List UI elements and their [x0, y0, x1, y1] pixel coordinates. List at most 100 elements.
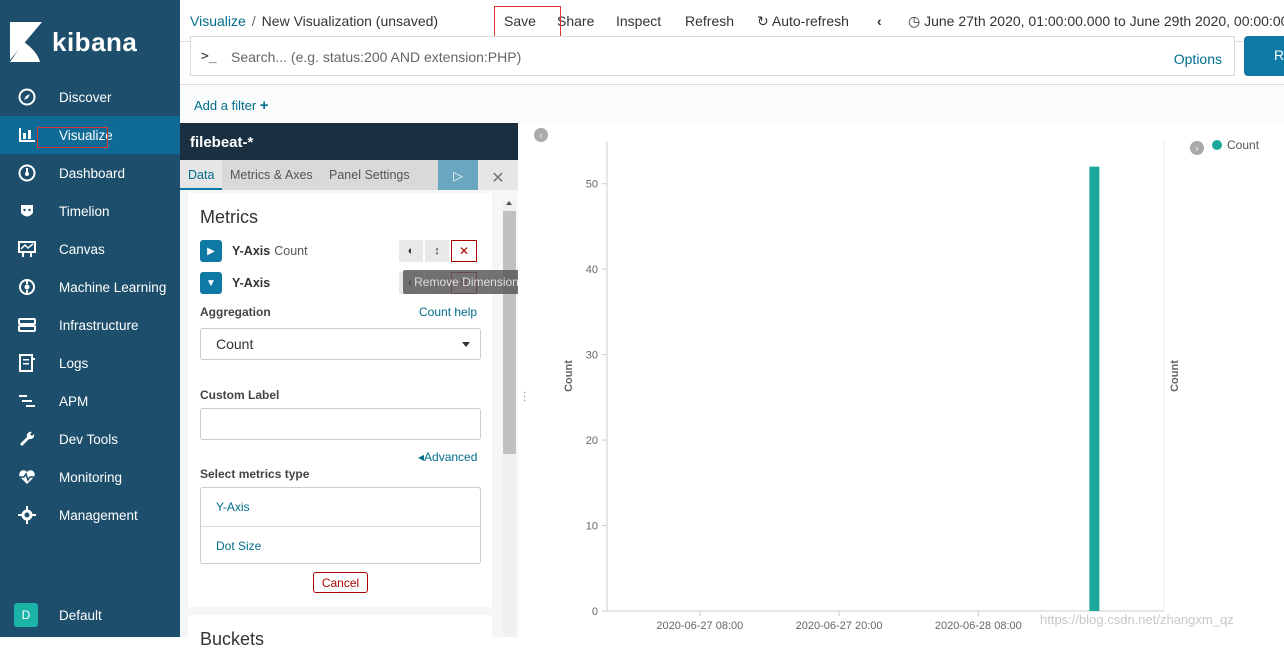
- add-filter-button[interactable]: Add a filter +: [194, 97, 269, 114]
- logs-icon: [17, 353, 37, 373]
- agg-sub: Count: [274, 244, 308, 258]
- editor-panel: filebeat-* Data Metrics & Axes Panel Set…: [180, 123, 518, 655]
- share-button[interactable]: Share: [557, 13, 594, 29]
- sidebar-item-dev-tools[interactable]: Dev Tools: [0, 420, 180, 458]
- metrics-panel: Metrics ▶ Y-Axis Count ◐ ↕ ✕ ▼ Y-Axis ◐ …: [188, 193, 492, 607]
- search-input[interactable]: Search... (e.g. status:200 AND extension…: [231, 49, 521, 65]
- tooltip: Remove Dimension: [403, 270, 530, 294]
- sidebar-item-label: Canvas: [59, 241, 105, 257]
- sidebar-item-management[interactable]: Management: [0, 496, 180, 534]
- sidebar-item-canvas[interactable]: Canvas: [0, 230, 180, 268]
- apm-icon: [17, 391, 37, 411]
- resize-handle-icon: · · ·: [523, 387, 527, 406]
- kibana-logo[interactable]: kibana: [10, 22, 137, 62]
- play-icon: ▷: [453, 169, 463, 183]
- sidebar: kibana Discover Visualize Dashboard Timelio…: [0, 0, 180, 637]
- refresh-icon: ↻: [757, 13, 769, 29]
- sidebar-item-machine-learning[interactable]: Machine Learning: [0, 268, 180, 306]
- caret-down-icon[interactable]: ▼: [200, 272, 222, 294]
- legend-color-dot: [1212, 140, 1222, 150]
- agg-controls-1: ◐ ↕ ✕: [399, 240, 477, 262]
- sidebar-item-label: Infrastructure: [59, 317, 139, 333]
- index-pattern-title: filebeat-*: [180, 123, 518, 160]
- space-label: Default: [59, 607, 102, 623]
- toggle-legend-icon[interactable]: ›: [1190, 141, 1204, 155]
- timelion-icon: [17, 201, 37, 221]
- sidebar-item-timelion[interactable]: Timelion: [0, 192, 180, 230]
- remove-dimension-button[interactable]: ✕: [451, 240, 477, 262]
- auto-refresh-button[interactable]: ↻ Auto-refresh: [757, 13, 849, 30]
- sidebar-item-label: Machine Learning: [59, 279, 167, 295]
- legend-item-count[interactable]: Count: [1212, 138, 1259, 152]
- editor-scrollbar[interactable]: [503, 201, 516, 637]
- wrench-icon: [17, 429, 37, 449]
- metrics-type-list: Y-Axis Dot Size: [200, 487, 481, 564]
- sidebar-item-label: Discover: [59, 89, 112, 105]
- options-button[interactable]: Options: [1174, 51, 1222, 67]
- filter-bar: Add a filter +: [180, 84, 1284, 122]
- inspect-button[interactable]: Inspect: [616, 13, 661, 29]
- metric-type-yaxis[interactable]: Y-Axis: [201, 488, 480, 526]
- toggle-icon[interactable]: ◐: [399, 240, 425, 262]
- y-axis-label: Count: [563, 360, 575, 392]
- sidebar-item-dashboard[interactable]: Dashboard: [0, 154, 180, 192]
- tab-data[interactable]: Data: [180, 160, 223, 190]
- time-range: June 27th 2020, 01:00:00.000 to June 29t…: [924, 13, 1284, 29]
- editor-tabs: Data Metrics & Axes Panel Settings ▷ ✕: [180, 160, 518, 190]
- y-tick-label: 0: [592, 606, 598, 618]
- sidebar-item-label: Dashboard: [59, 165, 126, 181]
- panel-resizer[interactable]: · · ·: [518, 123, 530, 637]
- cancel-button[interactable]: Cancel: [313, 572, 368, 593]
- time-picker[interactable]: ◷ June 27th 2020, 01:00:00.000 to June 2…: [908, 13, 1284, 30]
- sidebar-item-label: Timelion: [59, 203, 110, 219]
- sidebar-item-infrastructure[interactable]: Infrastructure: [0, 306, 180, 344]
- highlight-box-visualize: [37, 127, 108, 148]
- y-tick-label: 10: [586, 521, 598, 533]
- metric-type-dot-size[interactable]: Dot Size: [201, 526, 480, 564]
- breadcrumb-visualize[interactable]: Visualize: [190, 13, 246, 29]
- sidebar-item-apm[interactable]: APM: [0, 382, 180, 420]
- select-metrics-type-label: Select metrics type: [200, 467, 310, 481]
- sidebar-item-logs[interactable]: Logs: [0, 344, 180, 382]
- apply-changes-button[interactable]: ▷: [438, 160, 478, 190]
- drag-handle-icon[interactable]: ↕: [425, 240, 451, 262]
- aggregation-value: Count: [216, 336, 254, 352]
- chevron-left-icon[interactable]: ‹: [877, 13, 882, 29]
- refresh-link[interactable]: Refresh: [685, 13, 734, 29]
- bar: [1089, 166, 1100, 612]
- gear-icon: [17, 505, 37, 525]
- collapse-left-icon[interactable]: ‹: [534, 128, 548, 142]
- metrics-title: Metrics: [200, 207, 258, 227]
- custom-label-label: Custom Label: [200, 388, 280, 402]
- buckets-panel: Buckets: [188, 615, 492, 655]
- tab-metrics-axes[interactable]: Metrics & Axes: [230, 168, 313, 182]
- custom-label-input[interactable]: [200, 408, 481, 440]
- space-selector[interactable]: D Default: [0, 598, 180, 632]
- aggregation-select[interactable]: Count: [200, 328, 481, 360]
- discard-button[interactable]: ✕: [478, 160, 518, 190]
- heartbeat-icon: [17, 467, 37, 487]
- kibana-logo-icon: [10, 22, 42, 62]
- plus-icon: +: [259, 97, 269, 114]
- legend-label: Count: [1227, 138, 1260, 152]
- sidebar-item-discover[interactable]: Discover: [0, 78, 180, 116]
- query-bar[interactable]: >_ Search... (e.g. status:200 AND extens…: [190, 36, 1235, 76]
- advanced-toggle[interactable]: ◂Advanced: [418, 450, 477, 464]
- bar-chart: 0 10 20 30 40 50 Count Count 2020-06-27 08:00 202…: [563, 141, 1181, 632]
- count-help-link[interactable]: Count help: [419, 305, 477, 319]
- buckets-title: Buckets: [200, 629, 265, 649]
- sidebar-item-label: Management: [59, 507, 138, 523]
- scrollbar-thumb[interactable]: [503, 211, 516, 454]
- refresh-button[interactable]: R: [1244, 36, 1284, 76]
- tab-panel-settings[interactable]: Panel Settings: [329, 168, 410, 182]
- bar-chart-icon: [17, 125, 37, 145]
- caret-right-icon[interactable]: ▶: [200, 240, 222, 262]
- infrastructure-icon: [17, 315, 37, 335]
- aggregation-label: Aggregation: [200, 305, 271, 319]
- sidebar-item-monitoring[interactable]: Monitoring: [0, 458, 180, 496]
- sidebar-item-label: APM: [59, 393, 89, 409]
- x-tick-label: 2020-06-27 08:00: [656, 620, 743, 632]
- y-tick-label: 40: [586, 264, 598, 276]
- scroll-up-icon[interactable]: [506, 201, 512, 205]
- query-prompt-icon: >_: [201, 49, 217, 64]
